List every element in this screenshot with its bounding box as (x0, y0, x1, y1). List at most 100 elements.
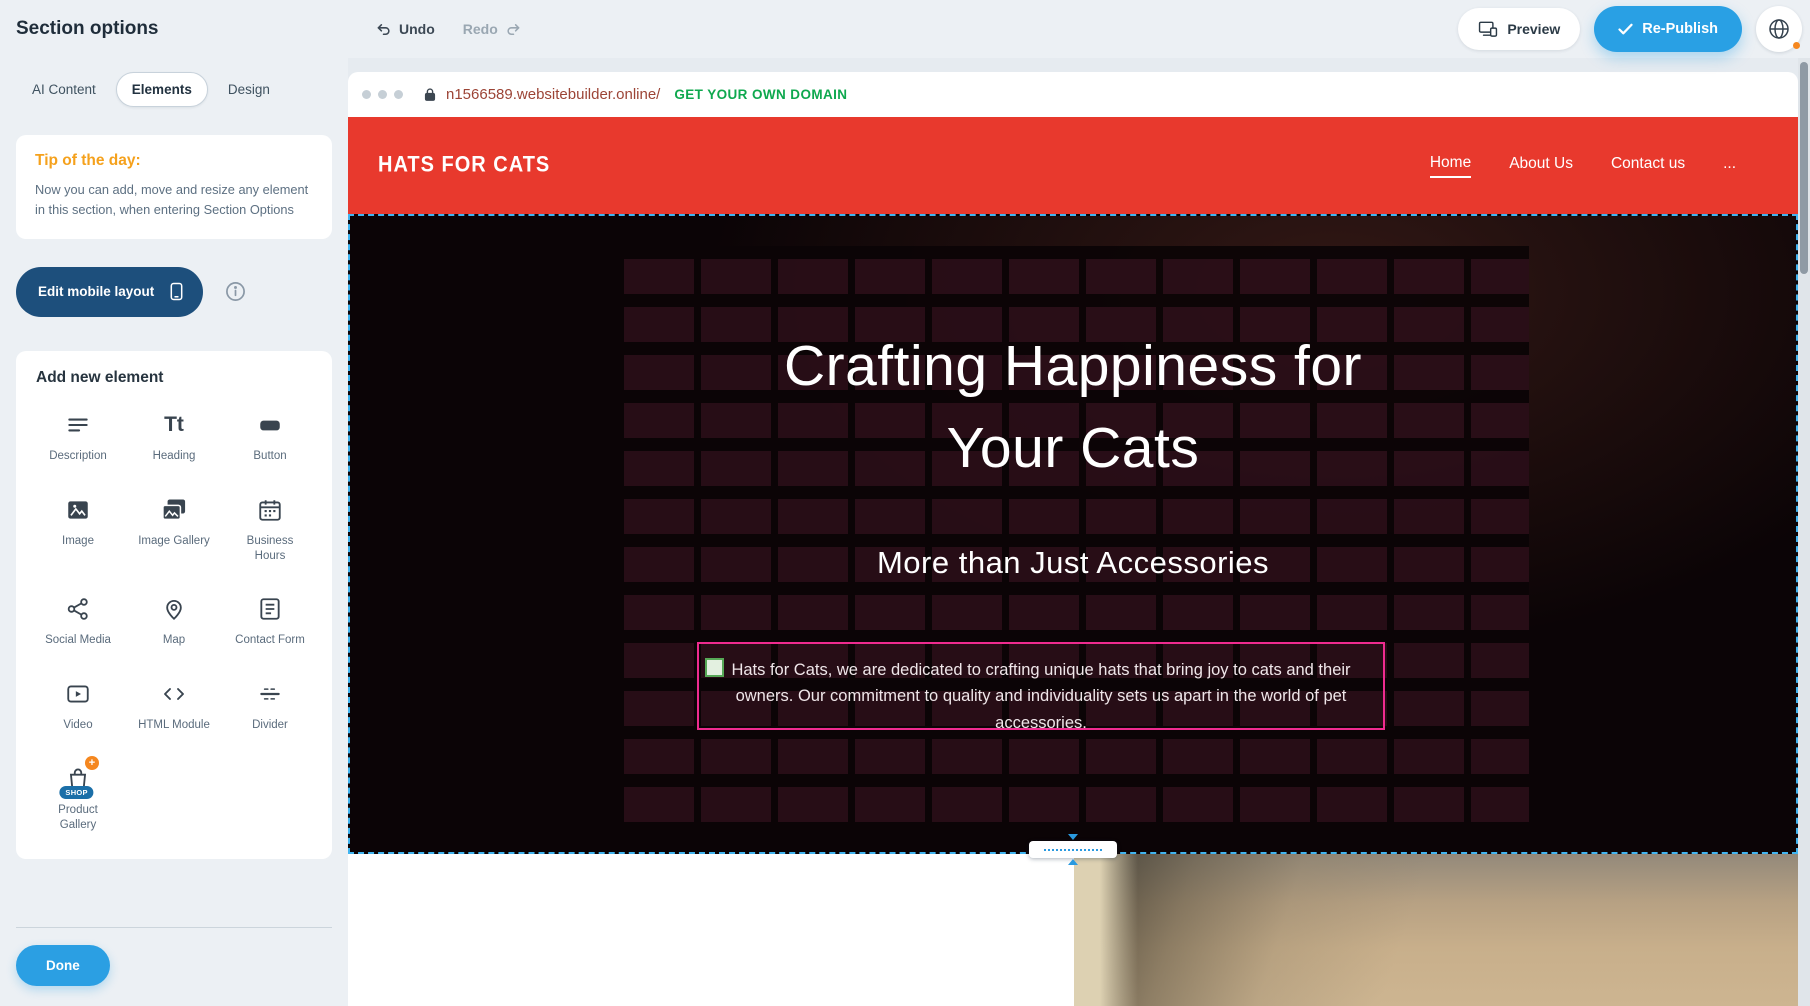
topbar-actions: Preview Re-Publish (1458, 6, 1794, 52)
nav-about[interactable]: About Us (1509, 155, 1573, 177)
pavement-photo (1074, 854, 1798, 1006)
element-label: Contact Form (235, 633, 305, 648)
element-label: Divider (252, 718, 288, 733)
notification-dot (1793, 42, 1800, 49)
undo-button[interactable]: Undo (375, 21, 435, 38)
sidebar-tabs: AI Content Elements Design (16, 72, 348, 107)
preview-devices-icon (1478, 21, 1498, 37)
preview-label: Preview (1507, 21, 1560, 37)
heading-icon: Tt (164, 409, 184, 441)
globe-icon (1767, 17, 1791, 41)
done-button[interactable]: Done (16, 945, 110, 986)
republish-button[interactable]: Re-Publish (1594, 6, 1742, 52)
section-resize-handle[interactable] (1029, 834, 1117, 865)
scrollbar-thumb[interactable] (1800, 62, 1808, 274)
product-gallery-icon: + SHOP (65, 763, 91, 795)
element-label: HTML Module (138, 718, 210, 733)
nav-contact[interactable]: Contact us (1611, 155, 1685, 177)
add-element-business-hours[interactable]: Business Hours (222, 494, 318, 564)
nav-home[interactable]: Home (1430, 154, 1471, 178)
tip-body: Now you can add, move and resize any ele… (35, 180, 313, 220)
site-logo[interactable]: HATS FOR CATS (378, 153, 550, 179)
hero-subheading[interactable]: More than Just Accessories (350, 545, 1796, 581)
description-icon (65, 409, 91, 441)
website-preview: HATS FOR CATS Home About Us Contact us .… (348, 117, 1798, 1006)
tab-design[interactable]: Design (212, 72, 286, 107)
browser-chrome: n1566589.websitebuilder.online/ GET YOUR… (348, 72, 1798, 117)
redo-icon (505, 21, 522, 38)
hero-heading[interactable]: Crafting Happiness for Your Cats (728, 326, 1418, 489)
element-label: Image (62, 534, 94, 549)
redo-button[interactable]: Redo (463, 21, 522, 38)
sidebar-divider (16, 927, 332, 928)
element-resize-handle[interactable] (705, 658, 724, 677)
page-title: Section options (16, 18, 159, 40)
selected-paragraph-element[interactable]: Hats for Cats, we are dedicated to craft… (697, 642, 1385, 730)
element-label: Map (163, 633, 185, 648)
hero-paragraph[interactable]: Hats for Cats, we are dedicated to craft… (711, 657, 1371, 736)
hero-content: Crafting Happiness for Your Cats More th… (350, 216, 1796, 581)
add-element-html-module[interactable]: HTML Module (126, 678, 222, 733)
tip-of-the-day-card: Tip of the day: Now you can add, move an… (16, 135, 332, 239)
get-domain-link[interactable]: GET YOUR OWN DOMAIN (674, 87, 847, 102)
business-hours-icon (257, 494, 283, 526)
next-section-blank (348, 854, 1074, 1006)
editor-canvas: n1566589.websitebuilder.online/ GET YOUR… (348, 58, 1798, 1006)
topbar: Section options Undo Redo Preview Re-P (0, 0, 1810, 58)
element-label: Button (253, 449, 286, 464)
edit-mobile-label: Edit mobile layout (38, 284, 154, 299)
nav-more[interactable]: ... (1723, 155, 1736, 177)
resize-pill (1029, 841, 1117, 858)
preview-button[interactable]: Preview (1458, 8, 1580, 50)
element-label: Video (63, 718, 92, 733)
element-label: Social Media (45, 633, 111, 648)
add-element-description[interactable]: Description (30, 409, 126, 464)
history-controls: Undo Redo (375, 21, 522, 38)
section-options-sidebar: AI Content Elements Design Tip of the da… (0, 58, 348, 1006)
add-new-element-card: Add new element Description Tt Heading B… (16, 351, 332, 860)
element-label: Business Hours (233, 534, 307, 564)
language-globe-button[interactable] (1756, 6, 1802, 52)
element-label: Description (49, 449, 107, 464)
add-element-divider[interactable]: Divider (222, 678, 318, 733)
add-element-image[interactable]: Image (30, 494, 126, 564)
shop-badge: SHOP (59, 786, 93, 799)
add-element-video[interactable]: Video (30, 678, 126, 733)
map-icon (161, 593, 187, 625)
window-dot (362, 90, 371, 99)
element-label: Image Gallery (138, 534, 210, 549)
lock-icon (423, 87, 437, 102)
edit-mobile-layout-button[interactable]: Edit mobile layout (16, 267, 203, 317)
tab-elements[interactable]: Elements (116, 72, 208, 107)
tip-title: Tip of the day: (35, 152, 313, 170)
site-url[interactable]: n1566589.websitebuilder.online/ (446, 86, 660, 103)
window-dot (378, 90, 387, 99)
image-gallery-icon (160, 494, 188, 526)
contact-form-icon (257, 593, 283, 625)
add-element-product-gallery[interactable]: + SHOP Product Gallery (30, 763, 126, 833)
check-icon (1618, 23, 1633, 35)
undo-label: Undo (399, 21, 435, 37)
add-element-contact-form[interactable]: Contact Form (222, 593, 318, 648)
window-dots (362, 90, 403, 99)
hero-section[interactable]: Crafting Happiness for Your Cats More th… (348, 214, 1798, 854)
chevron-down-icon (1068, 834, 1078, 840)
republish-label: Re-Publish (1642, 21, 1718, 37)
add-element-image-gallery[interactable]: Image Gallery (126, 494, 222, 564)
add-element-button[interactable]: Button (222, 409, 318, 464)
add-element-map[interactable]: Map (126, 593, 222, 648)
mobile-layout-row: Edit mobile layout (16, 267, 332, 317)
info-icon[interactable] (225, 281, 246, 302)
element-label: Product Gallery (41, 803, 115, 833)
tab-ai-content[interactable]: AI Content (16, 72, 112, 107)
button-icon (257, 409, 283, 441)
add-element-heading[interactable]: Tt Heading (126, 409, 222, 464)
html-module-icon (160, 678, 188, 710)
add-element-social-media[interactable]: Social Media (30, 593, 126, 648)
plus-badge-icon: + (85, 756, 99, 770)
chevron-up-icon (1068, 859, 1078, 865)
video-icon (65, 678, 91, 710)
add-element-title: Add new element (36, 369, 318, 387)
image-icon (65, 494, 91, 526)
divider-icon (257, 678, 283, 710)
